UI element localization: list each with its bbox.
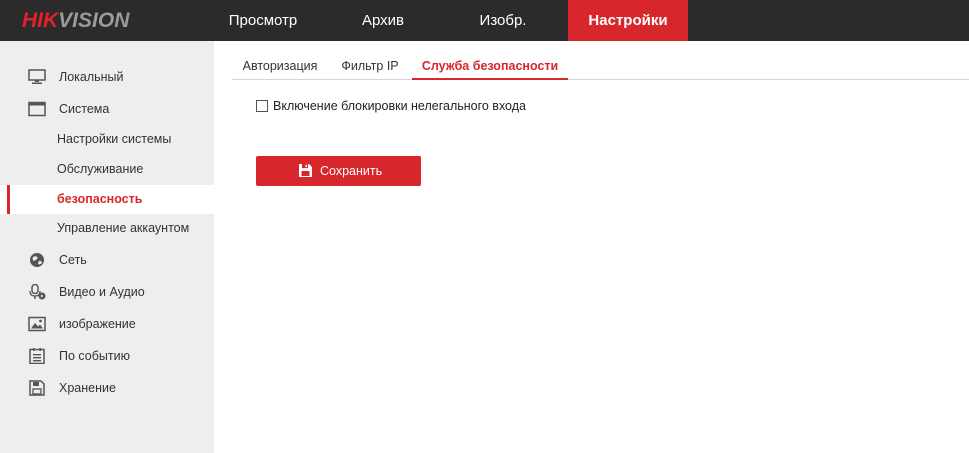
sidebar-item-label: Сеть — [59, 253, 87, 267]
sidebar-item-label: изображение — [59, 317, 136, 331]
sidebar-subitem-label: Обслуживание — [57, 162, 144, 176]
sidebar-item-label: По событию — [59, 349, 130, 363]
sidebar-item-label: Хранение — [59, 381, 116, 395]
save-button[interactable]: Сохранить — [256, 156, 421, 186]
security-tabs: Авторизация Фильтр IP Служба безопасност… — [232, 52, 969, 80]
logo-hik-text: HIK — [22, 9, 59, 32]
image-icon — [28, 316, 46, 332]
globe-icon — [30, 253, 44, 267]
illegal-login-lock-checkbox[interactable] — [256, 100, 268, 112]
tab-ip-filter[interactable]: Фильтр IP — [328, 52, 412, 80]
sidebar-item-image[interactable]: изображение — [0, 310, 214, 338]
save-button-label: Сохранить — [320, 164, 383, 178]
sidebar-subitem-maintenance[interactable]: Обслуживание — [0, 155, 214, 184]
sidebar-subitem-label: безопасность — [57, 192, 143, 206]
sidebar-item-label: Система — [59, 102, 110, 116]
nav-tab-picture[interactable]: Изобр. — [438, 0, 568, 41]
sidebar-subitem-label: Настройки системы — [57, 132, 172, 146]
illegal-login-lock-label: Включение блокировки нелегального входа — [273, 99, 526, 113]
sidebar-item-video-audio[interactable]: Видео и Аудио — [0, 278, 214, 306]
tab-security-service[interactable]: Служба безопасности — [412, 52, 568, 80]
nav-tab-playback[interactable]: Архив — [328, 0, 438, 41]
tab-authentication[interactable]: Авторизация — [232, 52, 328, 80]
top-bar: HIKVISION Просмотр Архив Изобр. Настройк… — [0, 0, 969, 41]
nav-tab-live-view[interactable]: Просмотр — [198, 0, 328, 41]
system-window-icon — [28, 101, 46, 117]
sidebar-subitem-system-settings[interactable]: Настройки системы — [0, 125, 214, 154]
sidebar-subitem-account-management[interactable]: Управление аккаунтом — [0, 214, 214, 243]
sidebar-subitem-label: Управление аккаунтом — [57, 221, 190, 235]
sidebar-item-label: Локальный — [59, 70, 124, 84]
sidebar-item-event[interactable]: По событию — [0, 342, 214, 370]
sidebar-item-storage[interactable]: Хранение — [0, 374, 214, 402]
sidebar-item-label: Видео и Аудио — [59, 285, 145, 299]
microphone-video-icon — [29, 284, 46, 300]
sidebar-item-network[interactable]: Сеть — [0, 246, 214, 274]
hikvision-logo: HIKVISION — [22, 9, 129, 33]
monitor-icon — [28, 69, 46, 84]
event-list-icon — [29, 348, 45, 364]
sidebar-item-system[interactable]: Система — [0, 95, 214, 123]
nav-tab-configuration[interactable]: Настройки — [568, 0, 688, 41]
sidebar: Локальный Система Настройки системы Обсл… — [0, 41, 214, 453]
storage-disk-icon — [29, 380, 45, 396]
logo-vision-text: VISION — [58, 9, 130, 32]
sidebar-item-local[interactable]: Локальный — [0, 63, 214, 91]
floppy-disk-icon — [299, 164, 312, 177]
sidebar-subitem-security[interactable]: безопасность — [0, 185, 214, 214]
active-indicator — [7, 185, 10, 214]
